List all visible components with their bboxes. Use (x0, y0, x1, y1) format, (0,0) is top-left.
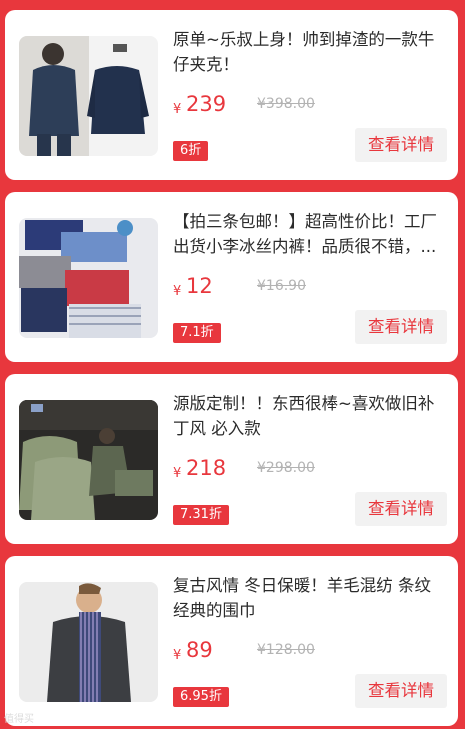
current-price: 89 (186, 638, 213, 662)
product-image[interactable] (19, 218, 158, 338)
striped-scarf-photo (19, 582, 158, 702)
product-title[interactable]: 复古风情 冬日保暖！羊毛混纺 条纹经典的围巾 (173, 573, 445, 623)
product-image[interactable] (19, 400, 158, 520)
product-title[interactable]: 源版定制！！东西很棒~喜欢做旧补丁风 必入款 (173, 391, 445, 441)
product-title[interactable]: 【拍三条包邮！】超高性价比！工厂出货小李冰丝内裤！品质很不错，... (173, 209, 445, 259)
discount-badge: 6折 (173, 141, 209, 161)
original-price: ¥298.00 (257, 460, 315, 476)
currency-symbol: ¥ (173, 648, 182, 663)
original-price: ¥398.00 (257, 96, 315, 112)
original-price: ¥16.90 (257, 278, 306, 294)
underwear-photo (19, 218, 158, 338)
green-shirt-photo (19, 400, 158, 520)
price-row: ¥ 12 ¥16.90 (173, 274, 373, 304)
current-price: 218 (186, 456, 227, 480)
currency-symbol: ¥ (173, 102, 182, 117)
view-details-button[interactable]: 查看详情 (355, 492, 447, 526)
product-card[interactable]: 源版定制！！东西很棒~喜欢做旧补丁风 必入款 ¥ 218 ¥298.00 7.3… (5, 374, 458, 544)
price-row: ¥ 218 ¥298.00 (173, 456, 373, 486)
current-price: 239 (186, 92, 227, 116)
watermark: 值得买 (4, 714, 34, 725)
price-row: ¥ 239 ¥398.00 (173, 92, 373, 122)
view-details-button[interactable]: 查看详情 (355, 310, 447, 344)
price-row: ¥ 89 ¥128.00 (173, 638, 373, 668)
product-card[interactable]: 复古风情 冬日保暖！羊毛混纺 条纹经典的围巾 ¥ 89 ¥128.00 6.95… (5, 556, 458, 726)
view-details-button[interactable]: 查看详情 (355, 674, 447, 708)
denim-jacket-photo (19, 36, 158, 156)
original-price: ¥128.00 (257, 642, 315, 658)
discount-badge: 7.31折 (173, 505, 229, 525)
current-price: 12 (186, 274, 213, 298)
product-image[interactable] (19, 36, 158, 156)
currency-symbol: ¥ (173, 284, 182, 299)
discount-badge: 6.95折 (173, 687, 229, 707)
product-card[interactable]: 原单~乐叔上身！帅到掉渣的一款牛仔夹克！ ¥ 239 ¥398.00 6折 查看… (5, 10, 458, 180)
product-title[interactable]: 原单~乐叔上身！帅到掉渣的一款牛仔夹克！ (173, 27, 445, 77)
product-list: 原单~乐叔上身！帅到掉渣的一款牛仔夹克！ ¥ 239 ¥398.00 6折 查看… (0, 0, 465, 729)
product-card[interactable]: 【拍三条包邮！】超高性价比！工厂出货小李冰丝内裤！品质很不错，... ¥ 12 … (5, 192, 458, 362)
currency-symbol: ¥ (173, 466, 182, 481)
view-details-button[interactable]: 查看详情 (355, 128, 447, 162)
product-image[interactable] (19, 582, 158, 702)
discount-badge: 7.1折 (173, 323, 221, 343)
